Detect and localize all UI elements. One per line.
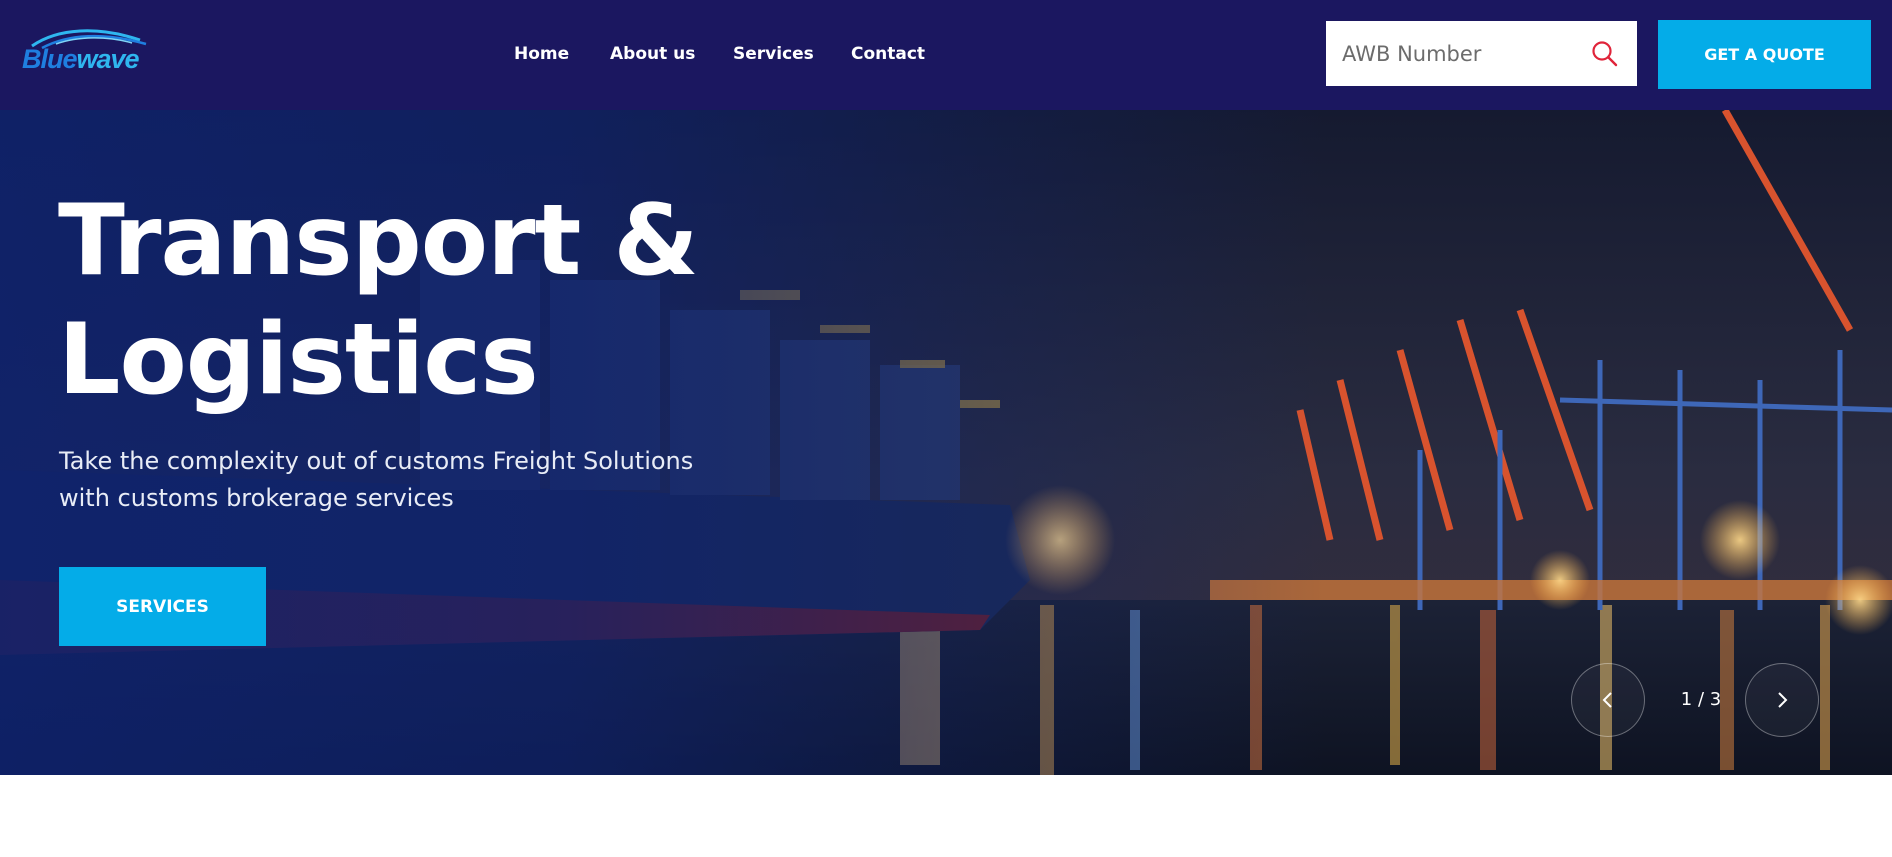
services-button[interactable]: SERVICES <box>59 567 266 646</box>
site-header: Bluewave Home About us Services Contact … <box>0 0 1892 110</box>
awb-search-box <box>1326 21 1637 86</box>
nav-home[interactable]: Home <box>514 43 569 65</box>
bluewave-logo[interactable]: Bluewave <box>20 26 152 78</box>
nav-contact[interactable]: Contact <box>851 43 925 65</box>
chevron-left-icon <box>1602 692 1612 708</box>
get-a-quote-button[interactable]: GET A QUOTE <box>1658 20 1871 89</box>
slider-controls: 1 / 3 <box>1570 663 1820 739</box>
slider-prev-button[interactable] <box>1571 663 1645 737</box>
slide-counter: 1 / 3 <box>1680 689 1722 710</box>
hero-title: Transport & Logistics <box>58 182 818 420</box>
chevron-right-icon <box>1778 692 1788 708</box>
nav-about-us[interactable]: About us <box>610 43 695 65</box>
hero-title-line: Transport & <box>58 184 699 298</box>
hero-subtitle: Take the complexity out of customs Freig… <box>59 443 779 517</box>
hero-title-line: Logistics <box>58 303 539 417</box>
awb-number-input[interactable] <box>1342 21 1582 86</box>
hero-subtitle-line: with customs brokerage services <box>59 484 454 512</box>
search-icon[interactable] <box>1590 39 1620 69</box>
logo-text: Bluewave <box>22 44 140 74</box>
nav-services[interactable]: Services <box>733 43 814 65</box>
hero-slider: Transport & Logistics Take the complexit… <box>0 110 1892 775</box>
slider-next-button[interactable] <box>1745 663 1819 737</box>
hero-subtitle-line: Take the complexity out of customs Freig… <box>59 447 694 475</box>
